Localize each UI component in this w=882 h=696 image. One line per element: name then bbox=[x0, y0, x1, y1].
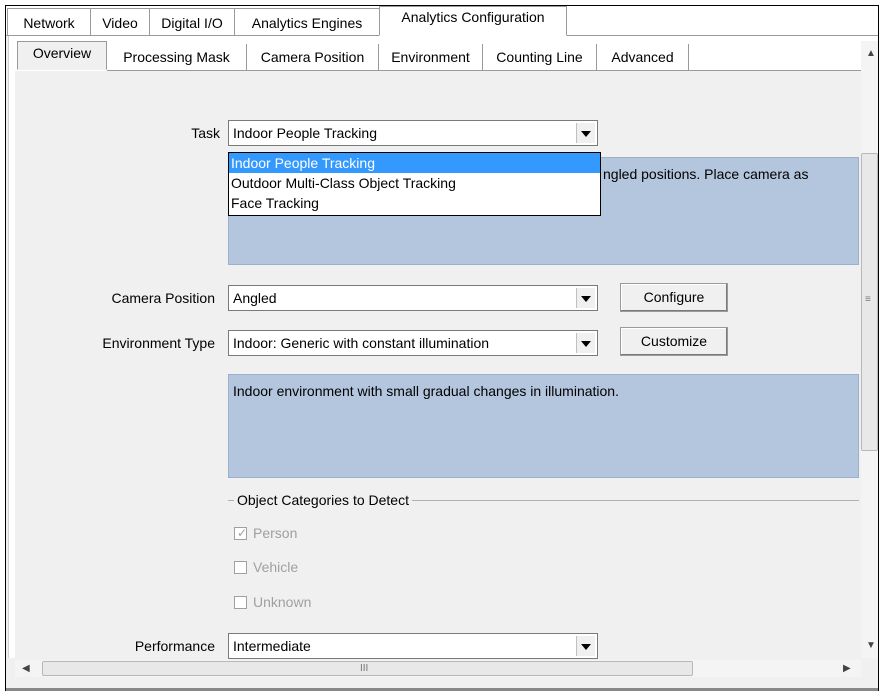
checkbox-box[interactable] bbox=[234, 596, 247, 609]
task-select[interactable]: Indoor People Tracking bbox=[228, 120, 598, 146]
unknown-checkbox-label: Unknown bbox=[253, 594, 312, 610]
tab-label: Analytics Engines bbox=[251, 15, 363, 31]
tab-network[interactable]: Network bbox=[7, 8, 91, 36]
performance-select[interactable]: Intermediate bbox=[228, 633, 598, 659]
environment-type-value: Indoor: Generic with constant illuminati… bbox=[233, 335, 490, 351]
tab-label: Network bbox=[23, 15, 75, 31]
tab-label: Digital I/O bbox=[161, 15, 223, 31]
task-option-indoor[interactable]: Indoor People Tracking bbox=[229, 153, 600, 173]
performance-value: Intermediate bbox=[233, 638, 311, 654]
chevron-down-icon[interactable] bbox=[576, 636, 595, 656]
configure-button[interactable]: Configure bbox=[620, 283, 728, 312]
scroll-down-icon[interactable]: ▼ bbox=[866, 640, 876, 651]
performance-label: Performance bbox=[134, 638, 215, 654]
task-description-text: ngled positions. Place camera as bbox=[603, 166, 809, 182]
object-categories-title: Object Categories to Detect bbox=[234, 492, 412, 508]
tab-label: Processing Mask bbox=[123, 49, 230, 65]
tab-label: Environment bbox=[391, 49, 470, 65]
task-label: Task bbox=[191, 125, 220, 141]
task-select-value: Indoor People Tracking bbox=[233, 125, 377, 141]
scroll-right-icon[interactable]: ▶ bbox=[843, 663, 851, 674]
tab-label: Counting Line bbox=[496, 49, 583, 65]
camera-position-label: Camera Position bbox=[111, 290, 216, 306]
vertical-grip-icon: ≡ bbox=[865, 294, 871, 305]
checkbox-box[interactable]: ✓ bbox=[234, 526, 248, 540]
subtab-overview[interactable]: Overview bbox=[17, 41, 107, 70]
chevron-down-icon[interactable] bbox=[576, 123, 595, 143]
person-checkbox-label: Person bbox=[253, 525, 298, 541]
horizontal-grip-icon: III bbox=[360, 663, 369, 674]
environment-type-select[interactable]: Indoor: Generic with constant illuminati… bbox=[228, 330, 598, 356]
object-categories-group bbox=[228, 500, 859, 621]
camera-position-value: Angled bbox=[233, 290, 277, 306]
tab-label: Analytics Configuration bbox=[401, 9, 545, 25]
vehicle-checkbox-label: Vehicle bbox=[253, 559, 299, 575]
tab-label: Video bbox=[102, 15, 138, 31]
tab-analytics-engines[interactable]: Analytics Engines bbox=[234, 8, 380, 36]
task-dropdown-list[interactable]: Indoor People Tracking Outdoor Multi-Cla… bbox=[228, 152, 601, 216]
subtab-processing-mask[interactable]: Processing Mask bbox=[107, 44, 247, 70]
environment-description: Indoor environment with small gradual ch… bbox=[228, 374, 859, 478]
scroll-corner bbox=[861, 660, 878, 677]
task-option-outdoor[interactable]: Outdoor Multi-Class Object Tracking bbox=[229, 173, 600, 193]
camera-position-select[interactable]: Angled bbox=[228, 285, 598, 311]
task-option-face[interactable]: Face Tracking bbox=[229, 193, 600, 213]
tab-label: Camera Position bbox=[260, 49, 365, 65]
tab-label: Overview bbox=[32, 45, 92, 61]
dialog-bottom-edge bbox=[6, 688, 878, 691]
checkmark-icon: ✓ bbox=[237, 526, 248, 540]
checkbox-box[interactable] bbox=[234, 561, 247, 574]
scroll-left-icon[interactable]: ◀ bbox=[22, 663, 30, 674]
subtab-advanced[interactable]: Advanced bbox=[597, 44, 689, 70]
subtab-counting-line[interactable]: Counting Line bbox=[483, 44, 597, 70]
tab-analytics-configuration[interactable]: Analytics Configuration bbox=[379, 6, 567, 36]
scroll-up-icon[interactable]: ▲ bbox=[866, 48, 876, 59]
customize-button[interactable]: Customize bbox=[620, 327, 728, 356]
environment-type-label: Environment Type bbox=[102, 335, 215, 351]
chevron-down-icon[interactable] bbox=[576, 288, 595, 308]
chevron-down-icon[interactable] bbox=[576, 333, 595, 353]
subtab-environment[interactable]: Environment bbox=[379, 44, 483, 70]
tab-label: Advanced bbox=[611, 49, 674, 65]
tab-video[interactable]: Video bbox=[90, 8, 150, 36]
tab-digital-io[interactable]: Digital I/O bbox=[149, 8, 235, 36]
subtab-camera-position[interactable]: Camera Position bbox=[247, 44, 379, 70]
